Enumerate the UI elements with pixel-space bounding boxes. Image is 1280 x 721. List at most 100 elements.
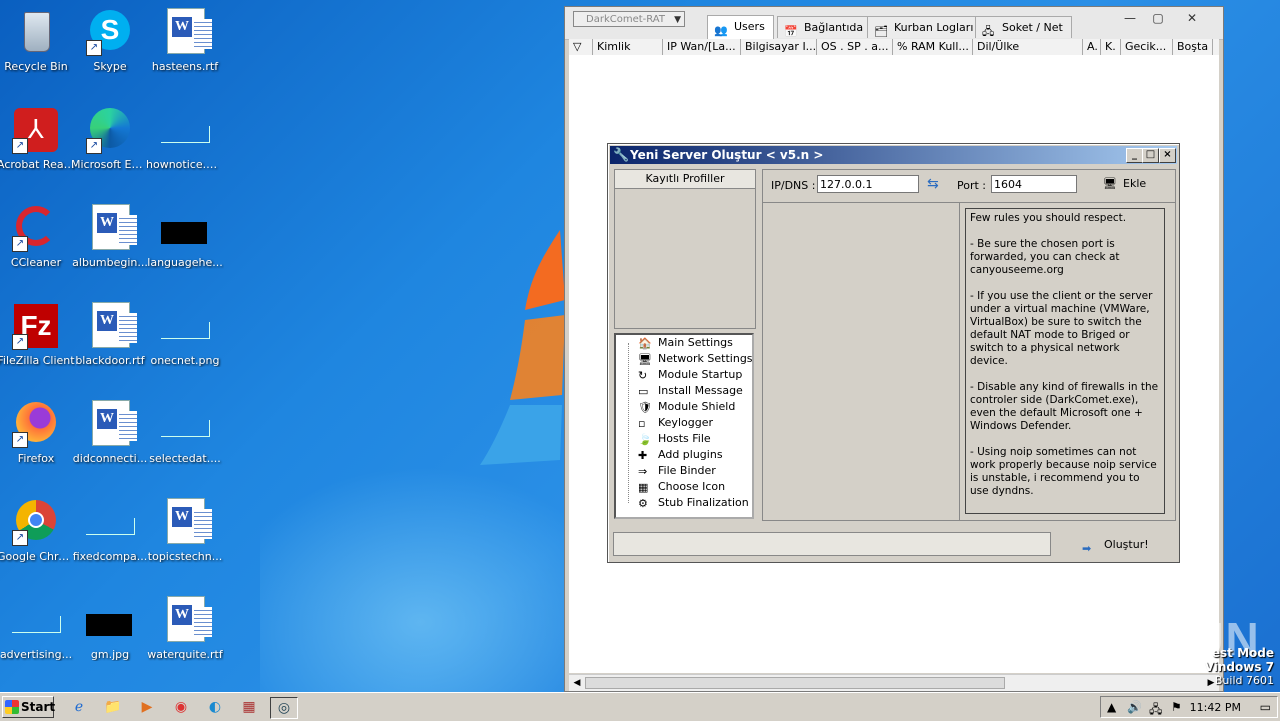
skype-icon: S ↗ — [86, 8, 134, 56]
desktop-icon[interactable]: Wwaterquite.rtf — [146, 596, 224, 661]
tree-item[interactable]: ⚙ Stub Finalization — [638, 495, 749, 511]
ip-dns-input[interactable] — [817, 175, 919, 193]
show-desktop-icon[interactable]: ▭ — [1260, 700, 1271, 714]
column-header[interactable]: Boşta — [1173, 39, 1213, 55]
rules-text: Few rules you should respect. - Be sure … — [965, 208, 1165, 514]
edge-icon: ↗ — [86, 106, 134, 154]
refresh-icon[interactable]: ⇆ — [927, 176, 939, 192]
column-header[interactable]: IP Wan/[La... — [663, 39, 741, 55]
desktop-icon[interactable]: hownotice.png — [146, 106, 224, 171]
desktop-icon[interactable]: onecnet.png — [146, 302, 224, 367]
column-header[interactable]: Gecik... — [1121, 39, 1173, 55]
desktop-icon[interactable]: Walbumbegin... — [71, 204, 149, 269]
column-header[interactable]: Bilgisayar I... — [741, 39, 817, 55]
filezilla-icon: Fz ↗ — [12, 302, 60, 350]
saved-profiles-header[interactable]: Kayıtlı Profiller — [615, 170, 755, 189]
column-header[interactable]: A. — [1083, 39, 1101, 55]
word-document-icon: W — [161, 498, 212, 546]
scroll-left-icon[interactable]: ◀ — [570, 676, 584, 690]
desktop-icon[interactable]: Whasteens.rtf — [146, 8, 224, 73]
tab-socket-net[interactable]: 🖧 Soket / Net — [975, 16, 1072, 38]
shortcut-arrow-icon: ↗ — [12, 530, 28, 546]
tab-connected[interactable]: 📅 Bağlantıda — [777, 16, 873, 38]
clock[interactable]: 11:42 PM — [1190, 701, 1241, 714]
maximize-button[interactable]: ▢ — [1145, 11, 1171, 27]
tree-item[interactable]: 🏠 Main Settings — [638, 335, 733, 351]
minimize-button[interactable]: — — [1117, 11, 1143, 27]
desktop-icon[interactable]: Recycle Bin — [0, 8, 75, 73]
tab-victim-logs[interactable]: 🗂 Kurban Logları — [867, 16, 983, 38]
ccleaner-icon: ↗ — [12, 204, 60, 252]
start-button[interactable]: Start — [2, 696, 55, 718]
file-explorer-icon[interactable]: 📁 — [102, 697, 124, 717]
desktop-icon[interactable]: Fz ↗ FileZilla Client — [0, 302, 75, 367]
tree-item-label: Choose Icon — [658, 480, 726, 493]
tree-item[interactable]: ▫ Keylogger — [638, 415, 713, 431]
desktop-icon[interactable]: advertising... — [0, 596, 75, 661]
dialog-close-button[interactable]: × — [1159, 148, 1176, 163]
test-mode-line2: Vindows 7 — [1204, 660, 1274, 674]
dialog-minimize-button[interactable]: _ — [1126, 148, 1143, 163]
tab-users[interactable]: 👥 Users — [707, 15, 774, 39]
darkcomet-taskbar-icon[interactable]: ◎ — [270, 697, 298, 719]
tree-item[interactable]: ▦ Choose Icon — [638, 479, 725, 495]
tray-expand-icon[interactable]: ▲ — [1107, 700, 1116, 714]
desktop-icon[interactable]: ↗ CCleaner — [0, 204, 75, 269]
edge-icon[interactable]: ◐ — [204, 697, 226, 717]
column-header[interactable]: Kimlik — [593, 39, 663, 55]
shortcut-arrow-icon: ↗ — [86, 138, 102, 154]
scroll-thumb[interactable] — [585, 677, 1005, 689]
tab-socket-net-label: Soket / Net — [1002, 21, 1063, 34]
column-header[interactable]: % RAM Kull... — [893, 39, 973, 55]
desktop-icon[interactable]: ↗ Firefox — [0, 400, 75, 465]
tree-item[interactable]: 🍃 Hosts File — [638, 431, 711, 447]
desktop-icon[interactable]: ↗ Microsoft Edge — [71, 106, 149, 171]
create-button[interactable]: ➡ Oluştur! — [1074, 535, 1154, 555]
message-icon: ▭ — [638, 385, 649, 398]
dialog-maximize-button[interactable]: □ — [1142, 148, 1159, 163]
desktop-icon-label: hasteens.rtf — [151, 60, 219, 73]
internet-explorer-icon[interactable]: ℯ — [68, 697, 90, 717]
chrome-icon[interactable]: ◉ — [170, 697, 192, 717]
desktop-icon[interactable]: fixedcompa... — [71, 498, 149, 563]
port-input[interactable] — [991, 175, 1077, 193]
column-header[interactable]: ▽ — [569, 39, 593, 55]
add-button[interactable]: 🖥 Ekle — [1103, 177, 1146, 190]
mode-select[interactable]: DarkComet-RAT ▼ — [573, 11, 685, 27]
column-header[interactable]: Dil/Ülke — [973, 39, 1083, 55]
tree-item[interactable]: ↻ Module Startup — [638, 367, 742, 383]
close-button[interactable]: ✕ — [1179, 11, 1205, 27]
tree-item[interactable]: ▭ Install Message — [638, 383, 743, 399]
horizontal-scrollbar[interactable]: ◀ ▶ — [569, 674, 1219, 691]
column-header[interactable]: OS . SP . a... — [817, 39, 893, 55]
desktop-icon[interactable]: gm.jpg — [71, 596, 149, 661]
desktop-icon[interactable]: Wtopicstechn... — [146, 498, 224, 563]
desktop-icon[interactable]: ⅄↗ Acrobat Reader DC — [0, 106, 75, 171]
word-document-icon: W — [161, 8, 212, 56]
shortcut-arrow-icon: ↗ — [12, 236, 28, 252]
tree-item[interactable]: 🖥 Network Settings — [638, 351, 753, 367]
flag-icon[interactable]: ⚑ — [1171, 700, 1182, 714]
dialog-titlebar: 🔧 Yeni Server Oluştur < v5.n > _ □ × — [610, 146, 1177, 164]
desktop-icon[interactable]: languagehe... — [146, 204, 224, 269]
windows-logo-wallpaper — [480, 230, 565, 465]
desktop-icon[interactable]: ↗ Google Chrome — [0, 498, 75, 563]
tree-item[interactable]: ✚ Add plugins — [638, 447, 723, 463]
desktop-icon[interactable]: Wblackdoor.rtf — [71, 302, 149, 367]
speaker-icon[interactable]: 🔊 — [1127, 700, 1142, 714]
network-tray-icon[interactable]: 🖧 — [1149, 700, 1162, 721]
word-document-icon: W — [86, 302, 137, 350]
desktop-icon[interactable]: S ↗ Skype — [71, 8, 149, 73]
desktop-icon-label: albumbegin... — [72, 256, 148, 269]
image-icon: ▦ — [638, 481, 649, 494]
desktop-icon[interactable]: Wdidconnecti... — [71, 400, 149, 465]
media-player-icon[interactable]: ▶ — [136, 697, 158, 717]
tree-item[interactable]: 🛡 Module Shield — [638, 399, 735, 415]
column-header[interactable]: K. — [1101, 39, 1121, 55]
image-file-icon — [161, 400, 210, 448]
connection-bar: IP/DNS : ⇆ Port : 🖥 Ekle — [763, 170, 1175, 203]
image-file-icon — [12, 596, 61, 644]
winrar-icon[interactable]: ▦ — [238, 697, 260, 717]
desktop-icon[interactable]: selectedat.... — [146, 400, 224, 465]
tree-item[interactable]: ⇒ File Binder — [638, 463, 716, 479]
